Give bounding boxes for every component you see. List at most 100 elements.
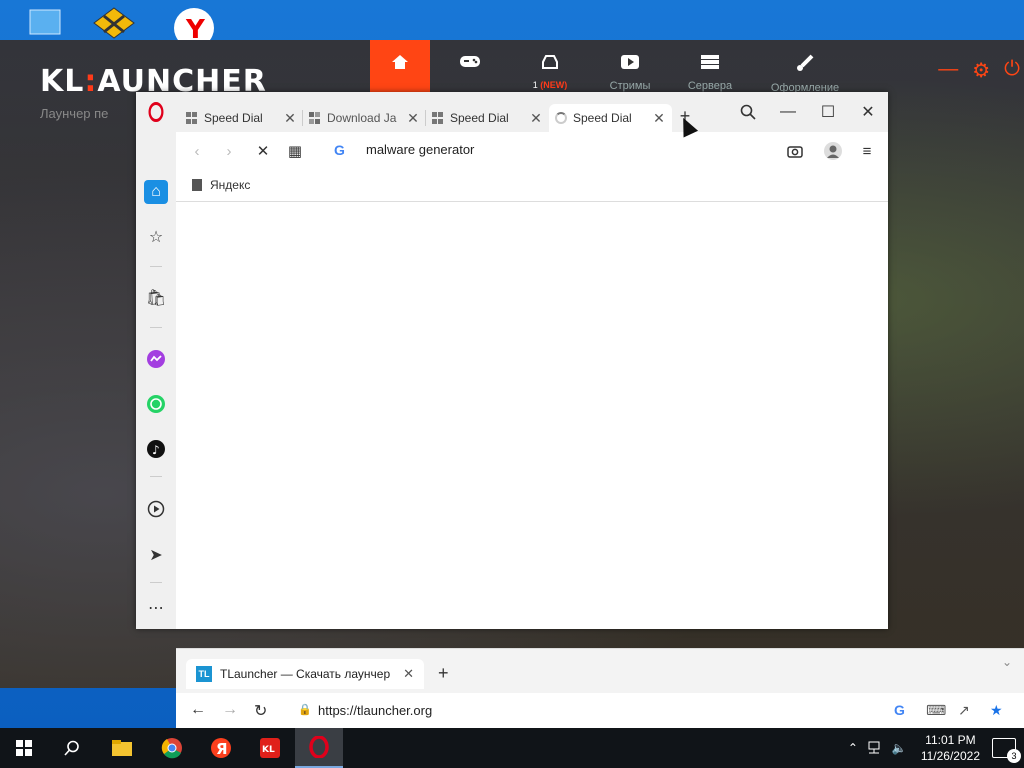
tab-download-java[interactable]: Download Ja ✕ bbox=[303, 104, 426, 132]
share-icon[interactable]: ↗ bbox=[958, 702, 970, 719]
java-icon bbox=[309, 112, 321, 124]
easy-setup-icon[interactable]: ≡ bbox=[856, 140, 878, 162]
sidebar-whatsapp-icon[interactable] bbox=[144, 392, 168, 416]
bookmark-label: Яндекс bbox=[210, 178, 251, 192]
google-search-icon: G bbox=[334, 142, 345, 158]
background-browser-window: TL TLauncher — Скачать лаунчер ✕ + ⌄ ← →… bbox=[176, 648, 1024, 729]
translate-icon[interactable]: ⌨ bbox=[926, 702, 946, 719]
settings-gears-icon[interactable]: ⚙ bbox=[972, 58, 990, 83]
url-field[interactable]: https://tlauncher.org bbox=[318, 703, 432, 718]
desktop-yandex-browser-icon[interactable]: Y bbox=[172, 6, 216, 48]
opera-tab-strip: Speed Dial ✕ Download Ja ✕ Speed Dial ✕ … bbox=[180, 104, 672, 132]
sidebar-home-icon[interactable]: ⌂ bbox=[144, 180, 168, 204]
taskbar-chrome[interactable] bbox=[148, 728, 196, 768]
nav-games-button[interactable] bbox=[430, 40, 510, 98]
taskbar-yandex[interactable]: Я bbox=[197, 728, 245, 768]
inbox-new-badge: (NEW) bbox=[540, 80, 568, 90]
search-tabs-icon[interactable] bbox=[728, 92, 768, 132]
tab-tlauncher[interactable]: TL TLauncher — Скачать лаунчер ✕ bbox=[186, 659, 424, 689]
nav-inbox-button[interactable]: 1 (NEW) bbox=[510, 40, 590, 98]
notification-center-icon[interactable]: 3 bbox=[992, 738, 1021, 763]
opera-icon bbox=[309, 736, 329, 758]
nav-home-button[interactable] bbox=[370, 40, 430, 98]
tlauncher-favicon-icon: TL bbox=[196, 666, 212, 682]
desktop-game-icon[interactable] bbox=[92, 6, 136, 42]
back-arrow-icon[interactable]: ← bbox=[190, 701, 206, 719]
svg-text:Я: Я bbox=[216, 740, 228, 758]
servers-icon bbox=[701, 55, 719, 69]
sidebar-messenger-icon[interactable] bbox=[144, 347, 168, 371]
tab-label: Speed Dial bbox=[450, 111, 509, 125]
clock[interactable]: 11:01 PM 11/26/2022 bbox=[921, 732, 980, 764]
tab-label: Speed Dial bbox=[204, 111, 263, 125]
opera-sidebar: ⌂ ☆ 🛍 ♪ ➤ ⋯ bbox=[136, 132, 176, 629]
tab-speed-dial-active[interactable]: Speed Dial ✕ bbox=[549, 104, 672, 132]
nav-streams-button[interactable]: Стримы bbox=[590, 40, 670, 98]
close-button[interactable]: ✕ bbox=[848, 92, 888, 132]
back-button[interactable]: ‹ bbox=[186, 140, 208, 162]
tab-close-icon[interactable]: ✕ bbox=[403, 666, 414, 682]
tab-label: TLauncher — Скачать лаунчер bbox=[220, 667, 391, 681]
tab-close-icon[interactable]: ✕ bbox=[406, 110, 420, 127]
new-tab-button[interactable]: + bbox=[438, 663, 449, 684]
start-button[interactable] bbox=[0, 728, 48, 768]
reload-icon[interactable]: ↻ bbox=[254, 701, 267, 721]
inbox-icon bbox=[542, 55, 558, 69]
taskbar-search-button[interactable] bbox=[48, 728, 96, 768]
chrome-icon bbox=[161, 738, 182, 759]
taskbar-file-explorer[interactable] bbox=[98, 728, 146, 768]
opera-toolbar: ‹ › ✕ ▦ G malware generator ≡ bbox=[176, 132, 888, 170]
sidebar-more-icon[interactable]: ⋯ bbox=[144, 596, 168, 620]
taskbar-kl-launcher[interactable]: KL bbox=[246, 728, 294, 768]
tab-close-icon[interactable]: ✕ bbox=[529, 110, 543, 127]
account-icon[interactable] bbox=[822, 140, 844, 162]
svg-text:KL: KL bbox=[262, 745, 275, 755]
star-icon[interactable]: ★ bbox=[990, 702, 1003, 719]
volume-icon[interactable]: 🔈 bbox=[892, 741, 907, 755]
nav-servers-label: Сервера bbox=[687, 80, 733, 92]
minimize-icon[interactable]: — bbox=[938, 58, 958, 83]
opera-browser-window: Speed Dial ✕ Download Ja ✕ Speed Dial ✕ … bbox=[136, 92, 888, 629]
tab-speed-dial-1[interactable]: Speed Dial ✕ bbox=[180, 104, 303, 132]
notification-count: 3 bbox=[1007, 749, 1021, 763]
maximize-button[interactable]: ☐ bbox=[808, 92, 848, 132]
forward-arrow-icon[interactable]: → bbox=[222, 701, 238, 719]
nav-servers-button[interactable]: Сервера bbox=[670, 40, 750, 98]
nav-appearance-button[interactable]: Оформление bbox=[750, 40, 860, 98]
inbox-count: 1 bbox=[532, 80, 538, 90]
desktop-shortcut-icon[interactable] bbox=[26, 6, 70, 42]
tab-close-icon[interactable]: ✕ bbox=[283, 110, 297, 127]
svg-text:Y: Y bbox=[185, 15, 206, 40]
minimize-button[interactable]: — bbox=[768, 92, 808, 132]
opera-page-content bbox=[176, 203, 888, 629]
opera-logo-icon[interactable] bbox=[148, 102, 164, 122]
network-icon[interactable] bbox=[868, 740, 884, 757]
sidebar-bookmarks-icon[interactable]: ☆ bbox=[144, 225, 168, 249]
home-icon bbox=[392, 55, 408, 69]
sidebar-player-icon[interactable] bbox=[144, 497, 168, 521]
bookmark-yandex[interactable]: Яндекс bbox=[192, 178, 250, 192]
opera-window-controls: — ☐ ✕ bbox=[728, 92, 888, 132]
stop-loading-button[interactable]: ✕ bbox=[252, 140, 274, 162]
speed-dial-icon bbox=[432, 112, 444, 124]
forward-button[interactable]: › bbox=[218, 140, 240, 162]
clock-time: 11:01 PM bbox=[925, 733, 976, 747]
kl-launcher-icon: KL bbox=[260, 738, 280, 758]
google-icon[interactable]: G bbox=[894, 702, 905, 718]
taskbar-opera[interactable] bbox=[295, 728, 343, 768]
tab-speed-dial-2[interactable]: Speed Dial ✕ bbox=[426, 104, 549, 132]
gamepad-icon bbox=[460, 56, 480, 67]
sidebar-tiktok-icon[interactable]: ♪ bbox=[144, 437, 168, 461]
sidebar-send-icon[interactable]: ➤ bbox=[144, 543, 168, 567]
sidebar-shopping-icon[interactable]: 🛍 bbox=[144, 286, 168, 310]
kl-launcher-window-controls: — ⚙ ⏻ bbox=[938, 58, 1020, 83]
kl-launcher-nav: 1 (NEW) Стримы Сервера Оформление bbox=[370, 40, 860, 98]
address-bar-input[interactable]: malware generator bbox=[366, 142, 474, 157]
tab-close-icon[interactable]: ✕ bbox=[652, 110, 666, 127]
tab-grid-button[interactable]: ▦ bbox=[284, 140, 306, 162]
snapshot-camera-icon[interactable] bbox=[784, 140, 806, 162]
chevron-down-icon[interactable]: ⌄ bbox=[1002, 655, 1012, 669]
opera-titlebar: Speed Dial ✕ Download Ja ✕ Speed Dial ✕ … bbox=[136, 92, 888, 132]
power-icon[interactable]: ⏻ bbox=[1004, 58, 1020, 83]
tray-chevron-up-icon[interactable]: ⌃ bbox=[848, 741, 858, 755]
